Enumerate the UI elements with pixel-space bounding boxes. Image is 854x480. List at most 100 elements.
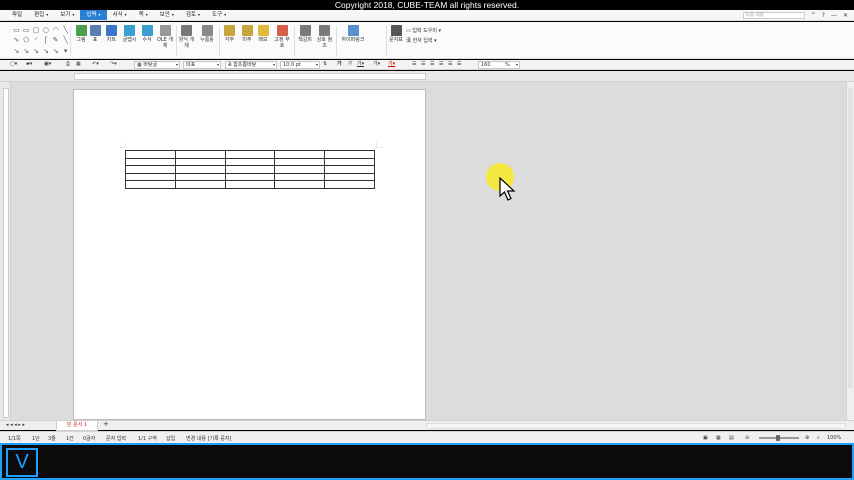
menu-item[interactable]: 도구 ▾	[206, 10, 232, 20]
align-justify-icon[interactable]: ☰	[412, 61, 416, 69]
align-left-icon[interactable]: ☰	[421, 61, 425, 69]
table-cell[interactable]	[174, 157, 226, 167]
ribbon-button[interactable]: 고정 부호	[273, 25, 291, 49]
ribbon-button[interactable]: 표	[88, 25, 102, 43]
add-tab-button[interactable]: +	[103, 421, 109, 429]
document-page[interactable]	[73, 89, 426, 420]
table-cell[interactable]	[274, 172, 326, 182]
menu-item[interactable]: 파일	[6, 10, 28, 20]
input-helper-button[interactable]: ▭ 입력 도우미 ▾	[406, 27, 441, 34]
rect-shape-icon[interactable]: ▭	[12, 26, 21, 35]
rect-shape-icon[interactable]: ▢	[32, 26, 41, 35]
view-normal-icon[interactable]: ▣	[703, 435, 708, 441]
distribute-icon[interactable]: ☰	[448, 61, 452, 69]
save-icon[interactable]: ▣▾	[44, 61, 51, 69]
style-select[interactable]: ▦ 바탕글 ▾	[134, 61, 180, 69]
zoom-magnifier-icon[interactable]: ⌕	[817, 435, 820, 441]
align-right-icon[interactable]: ☰	[430, 61, 434, 69]
table-cell[interactable]	[324, 172, 375, 182]
underline-icon[interactable]: 가▾	[357, 61, 364, 69]
document-table[interactable]	[125, 150, 375, 189]
document-workspace[interactable]	[0, 82, 854, 420]
vertical-scrollbar[interactable]	[846, 82, 854, 420]
zoom-slider-handle[interactable]	[776, 435, 780, 441]
print-icon[interactable]: ⎙	[66, 61, 70, 69]
table-cell[interactable]	[324, 150, 375, 159]
table-cell[interactable]	[125, 150, 176, 159]
menu-item[interactable]: 입력 ▾	[80, 10, 107, 20]
table-cell[interactable]	[125, 165, 176, 174]
ribbon-button[interactable]: 각주	[222, 25, 237, 43]
connector-icon[interactable]: ↘	[22, 47, 31, 56]
ribbon-button[interactable]: 누름틀	[197, 25, 217, 43]
menu-item[interactable]: 검토 ▾	[180, 10, 206, 20]
view-web-icon[interactable]: ▤	[729, 435, 734, 441]
table-cell[interactable]	[274, 165, 326, 174]
font-color-icon[interactable]: 가▾	[388, 61, 395, 69]
arc-shape-icon[interactable]: ◜	[32, 36, 41, 45]
horizontal-scrollbar[interactable]	[426, 423, 846, 429]
menu-item[interactable]: 보안 ▾	[154, 10, 180, 20]
ribbon-button[interactable]: 차트	[104, 25, 119, 43]
strike-icon[interactable]: 가▾	[373, 61, 380, 69]
table-cell[interactable]	[324, 180, 375, 189]
window-control-icon[interactable]: ?	[822, 12, 825, 19]
pencil-shape-icon[interactable]: ✎	[51, 36, 60, 45]
font-size-select[interactable]: 10.0 pt ▾	[280, 61, 320, 69]
open-folder-icon[interactable]: ▰▾	[26, 61, 32, 69]
table-row[interactable]	[125, 180, 375, 189]
table-cell[interactable]	[224, 180, 276, 189]
zoom-out-icon[interactable]: ⊖	[745, 435, 749, 441]
line-shape-icon[interactable]: ╲	[61, 26, 70, 35]
ribbon-button[interactable]: 상호 참조	[316, 25, 333, 49]
connector-icon[interactable]: ↘	[41, 47, 50, 56]
bold-icon[interactable]: 가	[337, 61, 342, 69]
ribbon-button[interactable]: 양식 개체	[178, 25, 195, 49]
ribbon-button[interactable]: 수식	[140, 25, 154, 43]
line-spacing-select[interactable]: 160 % ▾	[478, 61, 520, 69]
table-cell[interactable]	[174, 180, 226, 189]
polygon-shape-icon[interactable]: ⬠	[22, 36, 31, 45]
connector-icon[interactable]: ↘	[12, 47, 21, 56]
table-cell[interactable]	[324, 157, 375, 167]
ribbon-button[interactable]: 미주	[240, 25, 254, 43]
window-control-icon[interactable]: —	[831, 12, 837, 19]
table-cell[interactable]	[174, 172, 226, 182]
preview-icon[interactable]: ▦	[76, 61, 81, 69]
table-cell[interactable]	[224, 150, 276, 159]
table-row[interactable]	[125, 165, 375, 174]
size-stepper-icon[interactable]: ⇅	[323, 61, 327, 69]
menu-item[interactable]: 보기 ▾	[54, 10, 80, 20]
dropdown-icon[interactable]: ▾	[61, 47, 70, 56]
status-zoom[interactable]: 100%	[827, 435, 841, 441]
ribbon-button[interactable]: 하이퍼링크	[338, 25, 368, 43]
help-search-input[interactable]: 도움 내용	[742, 12, 805, 19]
table-cell[interactable]	[125, 180, 176, 189]
tab-document-1[interactable]: 빈 문서 1	[56, 421, 98, 431]
ribbon-button[interactable]: OLE 개체	[156, 25, 174, 49]
font-select[interactable]: Ꞗ 함초롬바탕 ▾	[225, 61, 277, 69]
scrollbar-thumb[interactable]	[848, 88, 853, 388]
menu-item[interactable]: 쪽 ▾	[133, 10, 154, 20]
status-track-changes[interactable]: 변경 내용 [기록 중지]	[186, 435, 231, 442]
ribbon-button[interactable]: 그림	[74, 25, 88, 43]
ribbon-button[interactable]: 책갈피	[296, 25, 314, 43]
table-cell[interactable]	[274, 180, 326, 189]
line-shape-icon[interactable]: ╲	[61, 36, 70, 45]
italic-icon[interactable]: 가	[347, 61, 352, 69]
ellipse-shape-icon[interactable]: ○	[41, 26, 50, 35]
vertical-ruler[interactable]	[0, 82, 11, 420]
connector-icon[interactable]: ↘	[51, 47, 60, 56]
curve-shape-icon[interactable]: ʃ	[41, 36, 50, 45]
horizontal-ruler[interactable]	[0, 71, 854, 82]
table-cell[interactable]	[224, 157, 276, 167]
window-control-icon[interactable]: ^	[811, 12, 816, 19]
ribbon-button[interactable]: 문자표	[388, 25, 404, 43]
table-cell[interactable]	[274, 150, 326, 159]
table-cell[interactable]	[174, 165, 226, 174]
undo-icon[interactable]: ↶▾	[92, 61, 99, 69]
ribbon-button[interactable]: 메모	[256, 25, 270, 43]
redo-icon[interactable]: ↷▾	[110, 61, 117, 69]
table-cell[interactable]	[324, 165, 375, 174]
curve-shape-icon[interactable]: ∿	[12, 36, 21, 45]
